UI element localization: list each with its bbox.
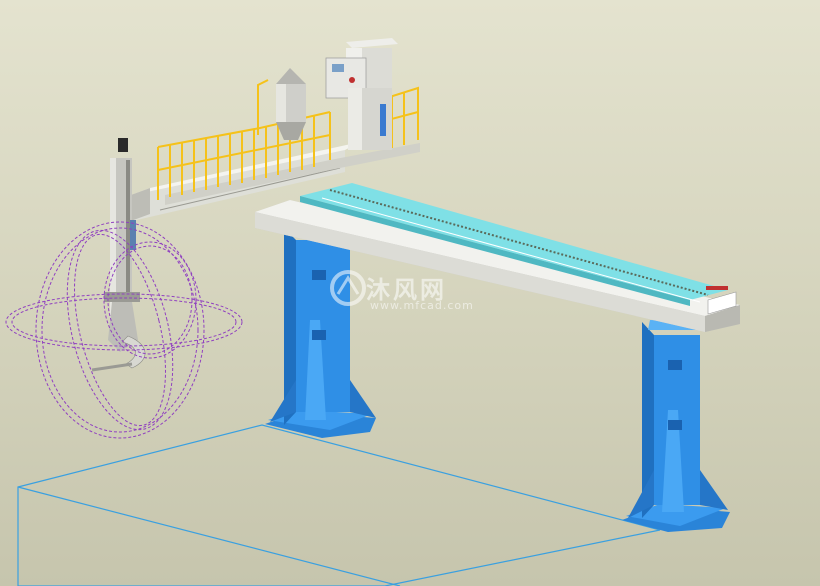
floor-outline-edge [17, 486, 401, 586]
floor-outline [17, 424, 661, 586]
watermark-url: www.mfcad.com [370, 299, 474, 312]
front-column [622, 320, 730, 532]
tool-head [91, 292, 146, 372]
cone-hopper [276, 68, 306, 140]
control-cabinet [325, 38, 398, 150]
vertical-mast [110, 138, 136, 318]
rear-column [265, 226, 376, 438]
cad-viewport: 沐风网 www.mfcad.com [0, 0, 820, 586]
